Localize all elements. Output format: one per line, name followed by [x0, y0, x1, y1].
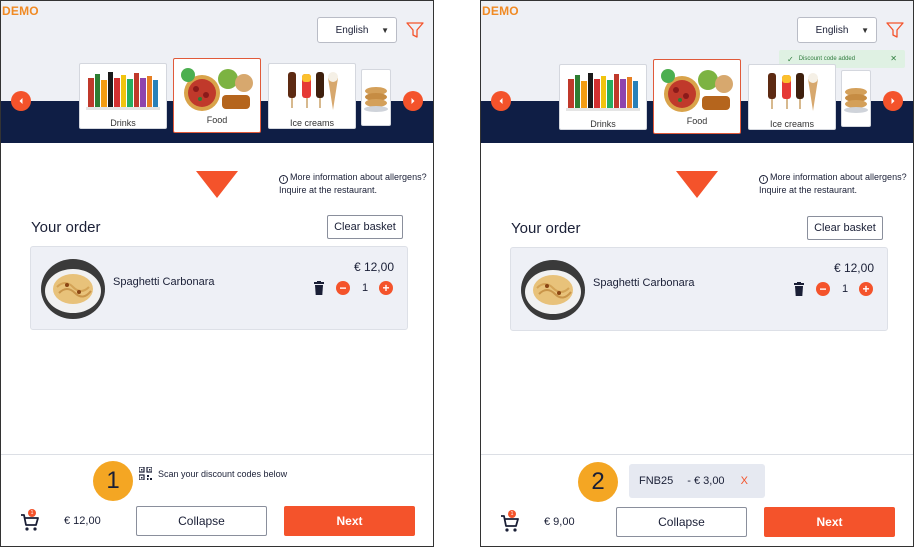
language-value: English — [815, 24, 849, 36]
category-label: Drinks — [110, 118, 136, 128]
collapse-button[interactable]: Collapse — [136, 506, 267, 536]
food-image — [658, 66, 736, 114]
chevron-down-icon: ▼ — [381, 26, 389, 35]
toast-text: Discount code added — [798, 56, 856, 62]
item-quantity: 1 — [361, 282, 369, 294]
remove-discount-button[interactable]: X — [741, 475, 748, 487]
clear-basket-button[interactable]: Clear basket — [327, 215, 403, 239]
pancakes-image — [843, 77, 869, 119]
cart-count-badge: 1 — [508, 510, 516, 518]
chevron-down-icon: ▼ — [861, 26, 869, 35]
allergen-info-text: More information about allergens? Inquir… — [279, 172, 427, 195]
category-label: Drinks — [590, 119, 616, 129]
demo-logo: DEMO — [482, 4, 519, 18]
chevron-right-icon — [891, 98, 895, 104]
discount-amount: - € 3,00 — [687, 475, 725, 487]
carousel-prev-button[interactable] — [11, 91, 31, 111]
order-item: Spaghetti Carbonara € 12,00 − 1 + — [30, 246, 408, 330]
category-card-food[interactable]: Food — [173, 58, 261, 133]
language-select[interactable]: English ▼ — [797, 17, 877, 43]
language-value: English — [335, 24, 369, 36]
drinks-image — [566, 71, 640, 113]
collapse-arrow-icon[interactable] — [676, 171, 718, 198]
applied-discount: FNB25 - € 3,00 X — [629, 464, 765, 498]
order-title: Your order — [511, 220, 581, 237]
order-total: € 9,00 — [544, 516, 575, 528]
decrease-quantity-button[interactable]: − — [336, 281, 350, 295]
collapse-arrow-icon[interactable] — [196, 171, 238, 198]
item-price: € 12,00 — [833, 261, 874, 275]
demo-logo: DEMO — [2, 4, 39, 18]
footer-divider — [1, 454, 433, 455]
collapse-button[interactable]: Collapse — [616, 507, 747, 537]
item-price: € 12,00 — [353, 260, 394, 274]
category-card-pancakes[interactable] — [361, 69, 391, 126]
order-title: Your order — [31, 219, 101, 236]
next-button[interactable]: Next — [284, 506, 415, 536]
footer-divider — [481, 454, 913, 455]
discount-code: FNB25 — [639, 475, 674, 487]
category-card-ice-creams[interactable]: Ice creams — [268, 63, 356, 129]
carousel-next-button[interactable] — [403, 91, 423, 111]
allergen-info: i More information about allergens? Inqui… — [759, 171, 913, 197]
screen-before-discount: DEMO English ▼ Drinks Food Ice creams i … — [0, 0, 434, 547]
info-icon: i — [759, 175, 768, 184]
chevron-right-icon — [411, 98, 415, 104]
decrease-quantity-button[interactable]: − — [816, 282, 830, 296]
check-icon: ✓ — [787, 54, 794, 64]
carousel-prev-button[interactable] — [491, 91, 511, 111]
trash-icon[interactable] — [793, 282, 805, 296]
category-label: Food — [686, 116, 708, 126]
category-card-food[interactable]: Food — [653, 59, 741, 134]
close-icon[interactable]: ✕ — [890, 54, 897, 63]
order-item: Spaghetti Carbonara € 12,00 − 1 + — [510, 247, 888, 331]
step-badge: 2 — [578, 462, 618, 502]
step-badge: 1 — [93, 461, 133, 501]
ice-creams-image — [762, 71, 822, 113]
carousel-next-button[interactable] — [883, 91, 903, 111]
increase-quantity-button[interactable]: + — [859, 282, 873, 296]
item-quantity: 1 — [841, 283, 849, 295]
chevron-left-icon — [499, 98, 503, 104]
item-name: Spaghetti Carbonara — [593, 277, 695, 289]
category-label: Food — [206, 115, 228, 125]
trash-icon[interactable] — [313, 281, 325, 295]
info-icon: i — [279, 175, 288, 184]
category-card-pancakes[interactable] — [841, 70, 871, 127]
scan-discount-text: Scan your discount codes below — [158, 468, 288, 479]
order-total: € 12,00 — [64, 515, 101, 527]
category-label: Ice creams — [769, 119, 814, 129]
category-card-drinks[interactable]: Drinks — [559, 64, 647, 130]
increase-quantity-button[interactable]: + — [379, 281, 393, 295]
category-card-ice-creams[interactable]: Ice creams — [748, 64, 836, 130]
filter-icon[interactable] — [406, 21, 424, 39]
allergen-info: i More information about allergens? Inqui… — [279, 171, 433, 197]
language-select[interactable]: English ▼ — [317, 17, 397, 43]
filter-icon[interactable] — [886, 21, 904, 39]
pancakes-image — [363, 76, 389, 118]
food-image — [178, 65, 256, 113]
item-name: Spaghetti Carbonara — [113, 276, 215, 288]
chevron-left-icon — [19, 98, 23, 104]
screen-after-discount: DEMO English ▼ ✓ Discount code added ✕ D… — [480, 0, 914, 547]
ice-creams-image — [282, 70, 342, 112]
scan-discount-prompt[interactable]: Scan your discount codes below — [139, 467, 287, 480]
qr-code-icon — [139, 467, 152, 480]
category-card-drinks[interactable]: Drinks — [79, 63, 167, 129]
next-button[interactable]: Next — [764, 507, 895, 537]
spaghetti-image — [41, 259, 105, 319]
clear-basket-button[interactable]: Clear basket — [807, 216, 883, 240]
cart-count-badge: 1 — [28, 509, 36, 517]
spaghetti-image — [521, 260, 585, 320]
drinks-image — [86, 70, 160, 112]
allergen-info-text: More information about allergens? Inquir… — [759, 172, 907, 195]
category-label: Ice creams — [289, 118, 334, 128]
